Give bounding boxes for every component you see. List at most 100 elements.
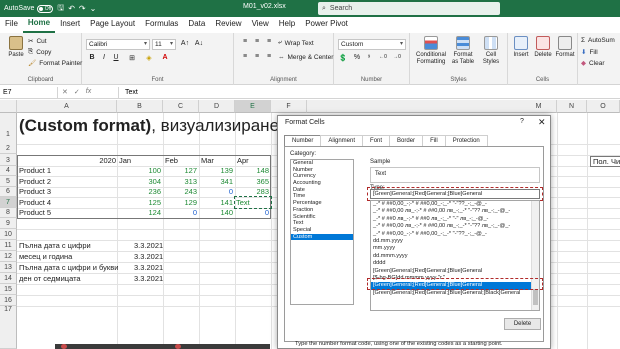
right-header-cell[interactable]: Пол. Чис: [590, 156, 620, 167]
col-header-c[interactable]: C: [163, 100, 199, 113]
italic-button[interactable]: I: [99, 54, 109, 61]
product-value[interactable]: 124: [117, 208, 161, 218]
format-as-table-button[interactable]: Format as Table: [450, 36, 476, 66]
row-header-14[interactable]: 14: [0, 273, 17, 284]
row-header-15[interactable]: 15: [0, 284, 17, 295]
format-code-item[interactable]: [Green]General;[Red]General;[Blue]Genera…: [371, 268, 531, 275]
product-value[interactable]: 141: [199, 198, 233, 208]
category-list[interactable]: General Number Currency Accounting Date …: [290, 159, 354, 305]
row-header-3[interactable]: 3: [0, 155, 17, 166]
row-header-11[interactable]: 11: [0, 240, 17, 251]
tab-formulas[interactable]: Formulas: [140, 17, 183, 33]
col-header-a[interactable]: A: [17, 100, 117, 113]
category-item[interactable]: Scientific: [291, 214, 353, 221]
product-value[interactable]: 0: [163, 208, 197, 218]
product-name[interactable]: Product 2: [19, 177, 51, 187]
tab-font[interactable]: Font: [362, 135, 391, 146]
align-right-icon[interactable]: ≡: [264, 53, 274, 60]
date-label[interactable]: Пълна дата с цифри: [19, 241, 91, 251]
format-code-item[interactable]: dd.mm.yyyy: [371, 238, 531, 245]
cancel-icon[interactable]: ✕: [62, 88, 68, 96]
format-code-item[interactable]: _-* # ##0,00_-;-* # ##0,00_-;_-* "-"??_-…: [371, 201, 531, 208]
currency-icon[interactable]: 💲: [338, 54, 348, 62]
col-header-m[interactable]: M: [521, 100, 557, 113]
font-name-select[interactable]: Calibri: [86, 39, 150, 50]
product-name[interactable]: Product 5: [19, 208, 51, 218]
product-value[interactable]: 125: [117, 198, 161, 208]
percent-icon[interactable]: %: [352, 54, 362, 61]
increase-decimal-icon[interactable]: ←0: [378, 54, 388, 60]
product-value[interactable]: 313: [163, 177, 197, 187]
product-value[interactable]: 140: [199, 208, 233, 218]
align-bottom-icon[interactable]: ≡: [264, 38, 274, 45]
fill-color-icon[interactable]: ◈: [144, 54, 154, 62]
date-value[interactable]: 3.3.2021: [134, 241, 163, 251]
product-value[interactable]: 139: [199, 166, 233, 176]
font-color-icon[interactable]: A: [160, 54, 170, 61]
fill-button[interactable]: ⬇ Fill: [581, 48, 598, 57]
autosum-button[interactable]: Σ AutoSum: [581, 37, 615, 44]
delete-cells-button[interactable]: Delete: [533, 36, 553, 59]
format-code-list[interactable]: _-* # ##0,00_-;-* # ##0,00_-;_-* "-"??_-…: [370, 200, 540, 311]
scrollbar-thumb[interactable]: [533, 289, 538, 305]
tab-power-pivot[interactable]: Power Pivot: [300, 17, 353, 33]
category-item[interactable]: Fraction: [291, 207, 353, 214]
fx-icon[interactable]: fx: [86, 88, 91, 96]
tab-page-layout[interactable]: Page Layout: [85, 17, 140, 33]
date-value[interactable]: 3.3.2021: [134, 263, 163, 273]
category-item[interactable]: Accounting: [291, 180, 353, 187]
format-painter-button[interactable]: 🖌 Format Painter: [28, 59, 82, 68]
category-item[interactable]: Date: [291, 187, 353, 194]
product-value[interactable]: 129: [163, 198, 197, 208]
format-cells-button[interactable]: Format: [555, 36, 575, 59]
month-header-apr[interactable]: Apr: [237, 156, 249, 166]
tab-alignment[interactable]: Alignment: [320, 135, 364, 146]
product-value[interactable]: 236: [117, 187, 161, 197]
row-header-12[interactable]: 12: [0, 251, 17, 262]
col-header-e[interactable]: E: [235, 100, 271, 113]
category-item[interactable]: Number: [291, 167, 353, 174]
date-value[interactable]: 3.3.2021: [134, 252, 163, 262]
category-item[interactable]: General: [291, 160, 353, 167]
format-list-scrollbar[interactable]: [531, 201, 539, 310]
col-header-d[interactable]: D: [199, 100, 235, 113]
format-code-item[interactable]: _-* # ##0 лв_-;-* # ##0 лв_-;_-* "-" лв_…: [371, 216, 531, 223]
year-cell[interactable]: 2020: [60, 156, 116, 166]
number-format-select[interactable]: Custom: [338, 39, 406, 50]
tab-review[interactable]: Review: [210, 17, 246, 33]
product-name[interactable]: Product 1: [19, 166, 51, 176]
align-center-icon[interactable]: ≡: [252, 53, 262, 60]
clear-button[interactable]: ◆ Clear: [581, 59, 605, 68]
wrap-text-button[interactable]: ⤶ Wrap Text: [278, 39, 314, 47]
select-all-corner[interactable]: [0, 100, 17, 113]
product-value[interactable]: 341: [199, 177, 233, 187]
product-value[interactable]: 304: [117, 177, 161, 187]
redo-icon[interactable]: ↷: [79, 4, 86, 13]
row-header-5[interactable]: 5: [0, 176, 17, 187]
row-header-2[interactable]: 2: [0, 144, 17, 154]
format-code-item[interactable]: dd.mmm.yyyy: [371, 253, 531, 260]
col-header-b[interactable]: B: [117, 100, 163, 113]
font-size-select[interactable]: 11: [152, 39, 176, 50]
row-header-6[interactable]: 6: [0, 187, 17, 197]
insert-cells-button[interactable]: Insert: [511, 36, 531, 59]
help-icon[interactable]: ?: [520, 118, 524, 125]
enter-icon[interactable]: ✓: [74, 88, 80, 96]
product-name[interactable]: Product 3: [19, 187, 51, 197]
category-item[interactable]: Time: [291, 193, 353, 200]
row-header-8[interactable]: 8: [0, 208, 17, 218]
copy-button[interactable]: ⎘ Copy: [28, 48, 51, 56]
product-value[interactable]: 100: [117, 166, 161, 176]
product-value[interactable]: 0: [235, 208, 269, 218]
row-header-9[interactable]: 9: [0, 218, 17, 229]
row-header-13[interactable]: 13: [0, 262, 17, 273]
row-header-17[interactable]: 17: [0, 306, 17, 349]
row-header-10[interactable]: 10: [0, 229, 17, 240]
month-header-mar[interactable]: Mar: [201, 156, 214, 166]
product-value[interactable]: 127: [163, 166, 197, 176]
conditional-formatting-button[interactable]: Conditional Formatting: [414, 36, 448, 66]
product-value[interactable]: 0: [199, 187, 233, 197]
format-code-item[interactable]: _-* # ##0,00 лв_-;-* # ##0,00 лв_-;_-* "…: [371, 208, 531, 215]
align-top-icon[interactable]: ≡: [240, 38, 250, 45]
tab-number[interactable]: Number: [284, 135, 322, 146]
